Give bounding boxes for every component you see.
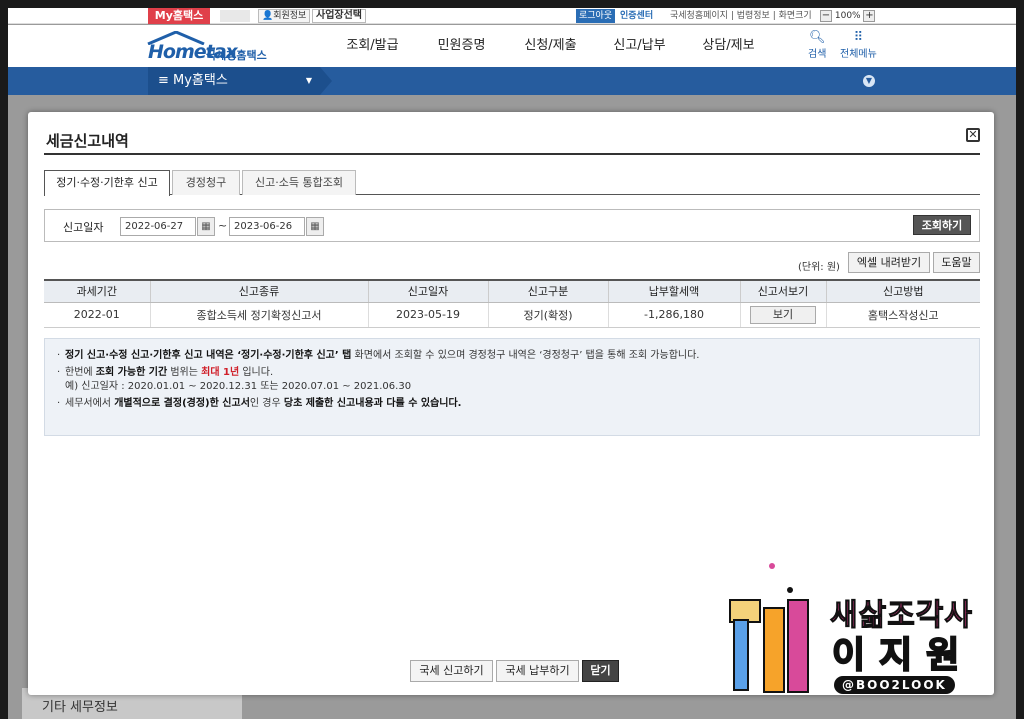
nav-item-inquiry[interactable]: 조회/발급 <box>328 25 417 67</box>
table-row: 2022-01 종합소득세 정기확정신고서 2023-05-19 정기(확정) … <box>44 302 980 328</box>
nav-item-filing[interactable]: 신고/납부 <box>595 25 684 67</box>
caret-down-icon: ▼ <box>305 76 312 85</box>
header-search-button[interactable]: 🔍︎ 검색 <box>808 30 827 61</box>
site-header: Hometax 국세청홈택스 조회/발급 민원증명 신청/제출 신고/납부 상담… <box>8 25 1016 67</box>
col-header-report-method: 신고방법 <box>825 279 980 303</box>
nav-item-consult[interactable]: 상담/제보 <box>684 25 773 67</box>
help-button[interactable]: 도움말 <box>933 252 980 273</box>
notice-line-1-text: 화면에서 조회할 수 있으며 경정청구 내역은 ‘경정청구’ 탭을 통해 조회 … <box>351 350 700 361</box>
member-info-button[interactable]: 👤회원정보 <box>258 9 311 23</box>
cell-tax-due: -1,286,180 <box>607 302 740 328</box>
hometax-logo[interactable]: Hometax 국세청홈택스 <box>146 29 286 63</box>
watermark-name: 이지원 <box>831 634 974 677</box>
notice-line-1-bold: 정기 신고·수정 신고·기한후 신고 내역은 ‘정기·수정·기한후 신고’ 탭 <box>65 350 352 361</box>
grid-menu-icon: ⠿ <box>853 30 864 45</box>
notice-line-3-c: 인 경우 <box>249 398 284 409</box>
notice-line-2: 한번에 조회 가능한 기간 범위는 최대 1년 입니다. <box>57 366 967 379</box>
blurred-username <box>220 10 250 22</box>
location-bar: ≡ My홈택스 ▼ ▼ <box>8 67 1016 95</box>
notice-line-2-red: 최대 1년 <box>201 367 240 378</box>
notice-box: 정기 신고·수정 신고·기한후 신고 내역은 ‘정기·수정·기한후 신고’ 탭 … <box>44 338 980 436</box>
cell-report-category: 정기(확정) <box>487 302 608 328</box>
search-panel: 신고일자 ▦ ~ ▦ 조회하기 <box>44 209 980 242</box>
all-menu-button[interactable]: ⠿ 전체메뉴 <box>840 30 877 61</box>
notice-line-1: 정기 신고·수정 신고·기한후 신고 내역은 ‘정기·수정·기한후 신고’ 탭 … <box>57 349 967 362</box>
nav-item-certificate[interactable]: 민원증명 <box>417 25 506 67</box>
watermark-handle: @BOO2LOOK <box>834 676 955 694</box>
table-header-row: 과세기간 신고종류 신고일자 신고구분 납부할세액 신고서보기 신고방법 <box>44 279 980 303</box>
person-icon: 👤 <box>262 11 274 21</box>
chevron-down-icon[interactable]: ▼ <box>863 75 875 87</box>
nav-item-application[interactable]: 신청/제출 <box>506 25 595 67</box>
utility-bar: My홈택스 👤회원정보 사업장선택 로그아웃 인증센터 국세청홈페이지 | 법령… <box>8 8 1016 24</box>
close-icon[interactable]: ✕ <box>966 128 980 142</box>
top-links[interactable]: 국세청홈페이지 | 법령정보 | 화면크기 <box>670 9 812 23</box>
notice-line-2-bold: 조회 가능한 기간 <box>95 367 168 378</box>
col-header-view-report: 신고서보기 <box>739 279 826 303</box>
my-hometax-menu[interactable]: ≡ My홈택스 ▼ <box>148 67 320 95</box>
notice-line-3-a: 세무서에서 <box>65 398 115 409</box>
cell-view-report: 보기 <box>739 302 826 328</box>
my-hometax-menu-label: ≡ My홈택스 <box>158 73 228 88</box>
notice-line-3: 세무서에서 개별적으로 결정(경정)한 신고서인 경우 당초 제출한 신고내용과… <box>57 397 967 410</box>
search-icon: 🔍︎ <box>808 30 826 45</box>
calendar-icon[interactable]: ▦ <box>197 217 215 236</box>
main-nav: 조회/발급 민원증명 신청/제출 신고/납부 상담/제보 <box>328 25 773 67</box>
tab-integrated-inquiry[interactable]: 신고·소득 통합조회 <box>242 170 356 195</box>
date-range-separator: ~ <box>218 219 228 232</box>
cell-report-type: 종합소득세 정기확정신고서 <box>149 302 368 328</box>
col-header-report-date: 신고일자 <box>367 279 488 303</box>
excel-download-button[interactable]: 엑셀 내려받기 <box>848 252 930 273</box>
zoom-control: − 100% + <box>820 9 876 23</box>
zoom-in-button[interactable]: + <box>863 9 876 22</box>
watermark: 새삶조각사 이지원 @BOO2LOOK <box>720 560 1000 700</box>
calendar-icon[interactable]: ▦ <box>306 217 324 236</box>
col-header-tax-due: 납부할세액 <box>607 279 740 303</box>
file-tax-button[interactable]: 국세 신고하기 <box>410 660 493 682</box>
pay-tax-button[interactable]: 국세 납부하기 <box>496 660 579 682</box>
tab-regular-report[interactable]: 정기·수정·기한후 신고 <box>44 170 170 196</box>
cell-report-method: 홈택스작성신고 <box>825 302 980 328</box>
search-button[interactable]: 조회하기 <box>913 215 971 235</box>
notice-line-2-e: 입니다. <box>239 367 274 378</box>
tab-correction-claim[interactable]: 경정청구 <box>172 170 240 195</box>
unit-label: (단위: 원) <box>798 262 840 273</box>
date-to-input[interactable] <box>229 217 305 236</box>
pencil-logo-icon <box>729 563 809 693</box>
col-header-tax-period: 과세기간 <box>44 279 150 303</box>
col-header-report-type: 신고종류 <box>149 279 368 303</box>
zoom-out-button[interactable]: − <box>820 9 832 22</box>
report-date-label: 신고일자 <box>63 221 104 234</box>
notice-example: 예) 신고일자 : 2020.01.01 ~ 2020.12.31 또는 202… <box>65 381 412 392</box>
report-table: 과세기간 신고종류 신고일자 신고구분 납부할세액 신고서보기 신고방법 202… <box>44 279 980 328</box>
cell-report-date: 2023-05-19 <box>367 302 488 328</box>
all-menu-label: 전체메뉴 <box>840 49 877 60</box>
close-button[interactable]: 닫기 <box>582 660 619 682</box>
date-from-input[interactable] <box>120 217 196 236</box>
title-divider <box>44 153 980 155</box>
modal-tabs: 정기·수정·기한후 신고 경정청구 신고·소득 통합조회 <box>44 170 980 196</box>
my-hometax-tab[interactable]: My홈택스 <box>148 8 210 24</box>
business-select-button[interactable]: 사업장선택 <box>312 9 366 23</box>
breadcrumb-arrow <box>320 67 332 95</box>
notice-line-3-bold-2: 당초 제출한 신고내용과 다를 수 있습니다. <box>283 398 462 409</box>
cell-tax-period: 2022-01 <box>44 302 150 328</box>
col-header-report-category: 신고구분 <box>487 279 608 303</box>
logout-button[interactable]: 로그아웃 <box>576 9 616 23</box>
zoom-value: 100% <box>834 11 861 21</box>
member-info-label: 회원정보 <box>273 11 307 21</box>
modal-title: 세금신고내역 <box>46 132 129 150</box>
notice-line-2-a: 한번에 <box>65 367 96 378</box>
cert-center-link[interactable]: 인증센터 <box>620 9 653 23</box>
view-report-button[interactable]: 보기 <box>750 305 816 324</box>
search-label: 검색 <box>808 49 827 60</box>
notice-line-2-c: 범위는 <box>167 367 202 378</box>
logo-sub-text: 국세청홈택스 <box>206 49 267 62</box>
notice-line-3-bold: 개별적으로 결정(경정)한 신고서 <box>114 398 250 409</box>
